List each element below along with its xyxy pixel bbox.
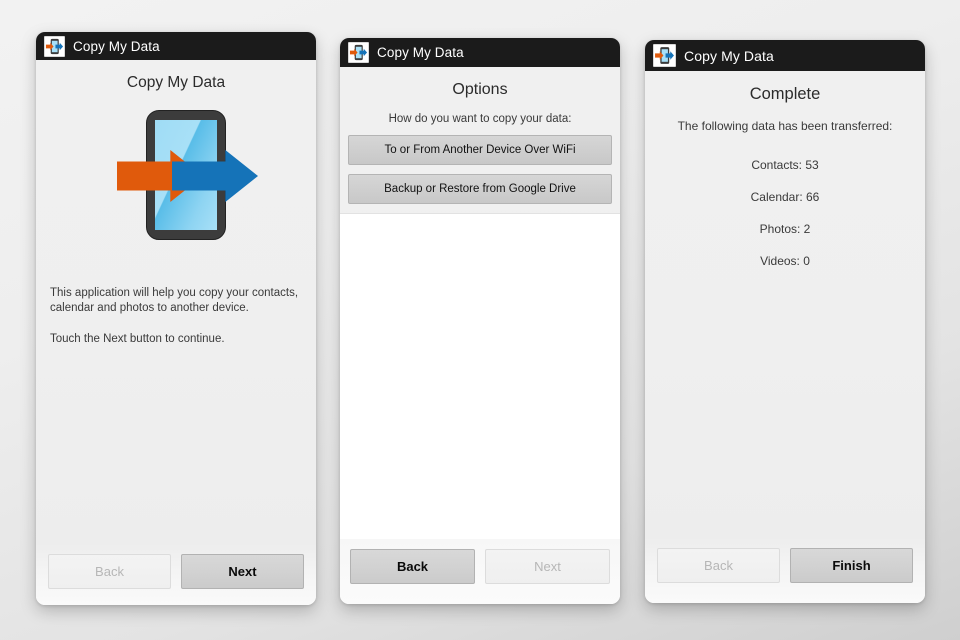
titlebar-title: Copy My Data [73,38,160,54]
logo-container [36,94,316,248]
window-complete: Copy My Data Complete The following data… [645,40,925,603]
window-options: Copy My Data Options How do you want to … [340,38,620,604]
page-title: Options [452,81,508,98]
copy-my-data-icon [44,35,65,57]
transfer-summary-prompt: The following data has been transferred: [677,119,893,133]
option-google-drive-button[interactable]: Backup or Restore from Google Drive [348,174,612,204]
options-list: To or From Another Device Over WiFi Back… [340,125,620,213]
options-empty-area [340,213,620,539]
navbar-complete: Back Finish [645,538,925,603]
content-complete: Complete The following data has been tra… [645,71,925,538]
description-line-2: Touch the Next button to continue. [50,333,225,346]
copy-my-data-icon [348,42,369,63]
finish-button[interactable]: Finish [790,548,913,583]
titlebar-complete: Copy My Data [645,40,925,71]
stat-calendar: Calendar: 66 [750,190,820,204]
copy-my-data-icon [653,44,676,67]
description-line-1: This application will help you copy your… [50,287,299,315]
transfer-stats-list: Contacts: 53 Calendar: 66 Photos: 2 Vide… [645,133,925,277]
description-block: This application will help you copy your… [36,286,316,348]
content-options: Options How do you want to copy your dat… [340,67,620,539]
content-welcome: Copy My Data This application will help … [36,60,316,544]
page-title: Complete [749,85,821,103]
titlebar-title: Copy My Data [684,47,774,64]
stat-photos: Photos: 2 [759,222,811,236]
option-wifi-button[interactable]: To or From Another Device Over WiFi [348,135,612,165]
navbar-options: Back Next [340,539,620,604]
titlebar-options: Copy My Data [340,38,620,67]
stat-videos: Videos: 0 [760,254,810,268]
back-button[interactable]: Back [350,549,475,584]
back-button[interactable]: Back [657,548,780,583]
titlebar-title: Copy My Data [377,45,464,60]
back-button[interactable]: Back [48,554,171,589]
options-prompt: How do you want to copy your data: [388,113,572,125]
next-button[interactable]: Next [181,554,304,589]
page-title: Copy My Data [126,74,226,91]
navbar-welcome: Back Next [36,544,316,605]
window-welcome: Copy My Data Copy My Data This applicati… [36,32,316,605]
titlebar-welcome: Copy My Data [36,32,316,60]
stat-contacts: Contacts: 53 [751,158,819,172]
next-button[interactable]: Next [485,549,610,584]
copy-my-data-logo [112,108,258,242]
